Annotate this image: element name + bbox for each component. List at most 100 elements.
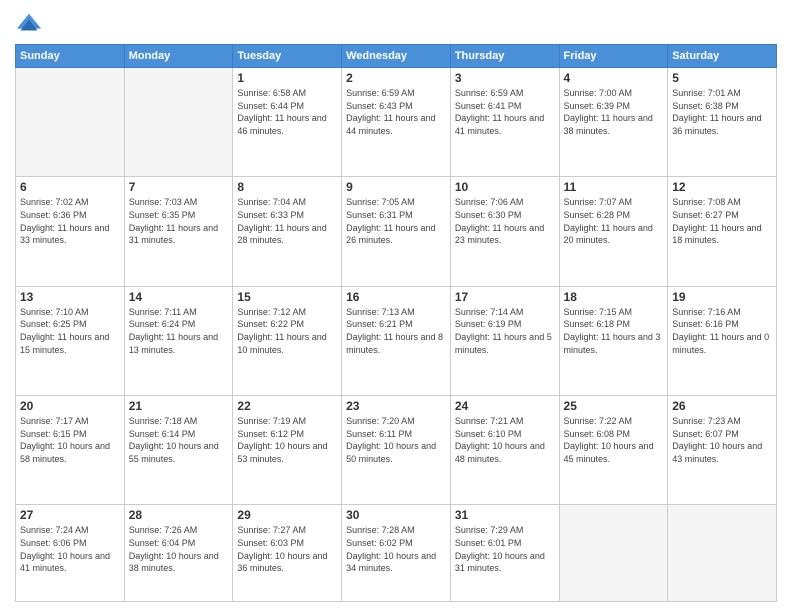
weekday-header-row: SundayMondayTuesdayWednesdayThursdayFrid…	[16, 45, 777, 68]
day-number: 23	[346, 399, 446, 413]
calendar-cell: 13 Sunrise: 7:10 AM Sunset: 6:25 PM Dayli…	[16, 286, 125, 395]
weekday-header-monday: Monday	[124, 45, 233, 68]
calendar-cell: 19 Sunrise: 7:16 AM Sunset: 6:16 PM Dayli…	[668, 286, 777, 395]
day-detail: Sunrise: 7:13 AM Sunset: 6:21 PM Dayligh…	[346, 306, 446, 356]
calendar-cell: 26 Sunrise: 7:23 AM Sunset: 6:07 PM Dayli…	[668, 396, 777, 505]
day-number: 21	[129, 399, 229, 413]
calendar-cell: 3 Sunrise: 6:59 AM Sunset: 6:41 PM Daylig…	[450, 68, 559, 177]
day-detail: Sunrise: 7:22 AM Sunset: 6:08 PM Dayligh…	[564, 415, 664, 465]
day-number: 22	[237, 399, 337, 413]
calendar-cell: 11 Sunrise: 7:07 AM Sunset: 6:28 PM Dayli…	[559, 177, 668, 286]
day-number: 2	[346, 71, 446, 85]
calendar-cell: 4 Sunrise: 7:00 AM Sunset: 6:39 PM Daylig…	[559, 68, 668, 177]
header	[15, 10, 777, 38]
day-number: 4	[564, 71, 664, 85]
day-detail: Sunrise: 7:11 AM Sunset: 6:24 PM Dayligh…	[129, 306, 229, 356]
calendar-cell: 7 Sunrise: 7:03 AM Sunset: 6:35 PM Daylig…	[124, 177, 233, 286]
calendar-cell: 29 Sunrise: 7:27 AM Sunset: 6:03 PM Dayli…	[233, 505, 342, 602]
day-number: 31	[455, 508, 555, 522]
calendar-cell: 5Sunrise: 7:01 AM Sunset: 6:38 PM Daylig…	[668, 68, 777, 177]
day-number: 11	[564, 180, 664, 194]
calendar-cell: 14 Sunrise: 7:11 AM Sunset: 6:24 PM Dayli…	[124, 286, 233, 395]
day-detail: Sunrise: 7:18 AM Sunset: 6:14 PM Dayligh…	[129, 415, 229, 465]
calendar-cell: 31 Sunrise: 7:29 AM Sunset: 6:01 PM Dayli…	[450, 505, 559, 602]
day-detail: Sunrise: 7:20 AM Sunset: 6:11 PM Dayligh…	[346, 415, 446, 465]
calendar-week-row: 20 Sunrise: 7:17 AM Sunset: 6:15 PM Dayli…	[16, 396, 777, 505]
calendar-cell: 27Sunrise: 7:24 AM Sunset: 6:06 PM Dayli…	[16, 505, 125, 602]
calendar-cell: 17Sunrise: 7:14 AM Sunset: 6:19 PM Dayli…	[450, 286, 559, 395]
calendar-cell: 23 Sunrise: 7:20 AM Sunset: 6:11 PM Dayli…	[342, 396, 451, 505]
day-number: 7	[129, 180, 229, 194]
day-detail: Sunrise: 7:21 AM Sunset: 6:10 PM Dayligh…	[455, 415, 555, 465]
day-number: 9	[346, 180, 446, 194]
calendar-cell	[668, 505, 777, 602]
day-number: 15	[237, 290, 337, 304]
calendar-week-row: 13 Sunrise: 7:10 AM Sunset: 6:25 PM Dayli…	[16, 286, 777, 395]
day-detail: Sunrise: 7:19 AM Sunset: 6:12 PM Dayligh…	[237, 415, 337, 465]
calendar-cell: 24 Sunrise: 7:21 AM Sunset: 6:10 PM Dayli…	[450, 396, 559, 505]
calendar-cell: 10Sunrise: 7:06 AM Sunset: 6:30 PM Dayli…	[450, 177, 559, 286]
day-number: 5	[672, 71, 772, 85]
day-number: 3	[455, 71, 555, 85]
day-detail: Sunrise: 7:05 AM Sunset: 6:31 PM Dayligh…	[346, 196, 446, 246]
calendar-cell	[559, 505, 668, 602]
calendar-week-row: 1 Sunrise: 6:58 AM Sunset: 6:44 PM Daylig…	[16, 68, 777, 177]
weekday-header-tuesday: Tuesday	[233, 45, 342, 68]
day-detail: Sunrise: 6:58 AM Sunset: 6:44 PM Dayligh…	[237, 87, 337, 137]
day-number: 24	[455, 399, 555, 413]
day-detail: Sunrise: 7:27 AM Sunset: 6:03 PM Dayligh…	[237, 524, 337, 574]
calendar-cell: 21 Sunrise: 7:18 AM Sunset: 6:14 PM Dayli…	[124, 396, 233, 505]
day-detail: Sunrise: 7:12 AM Sunset: 6:22 PM Dayligh…	[237, 306, 337, 356]
day-number: 12	[672, 180, 772, 194]
day-number: 20	[20, 399, 120, 413]
logo	[15, 10, 47, 38]
day-number: 13	[20, 290, 120, 304]
calendar-table: SundayMondayTuesdayWednesdayThursdayFrid…	[15, 44, 777, 602]
day-detail: Sunrise: 7:23 AM Sunset: 6:07 PM Dayligh…	[672, 415, 772, 465]
calendar-cell: 12 Sunrise: 7:08 AM Sunset: 6:27 PM Dayli…	[668, 177, 777, 286]
day-detail: Sunrise: 6:59 AM Sunset: 6:43 PM Dayligh…	[346, 87, 446, 137]
calendar-cell: 1 Sunrise: 6:58 AM Sunset: 6:44 PM Daylig…	[233, 68, 342, 177]
logo-icon	[15, 10, 43, 38]
calendar-week-row: 6Sunrise: 7:02 AM Sunset: 6:36 PM Daylig…	[16, 177, 777, 286]
day-number: 19	[672, 290, 772, 304]
day-number: 16	[346, 290, 446, 304]
calendar-cell: 30Sunrise: 7:28 AM Sunset: 6:02 PM Dayli…	[342, 505, 451, 602]
day-detail: Sunrise: 7:07 AM Sunset: 6:28 PM Dayligh…	[564, 196, 664, 246]
day-detail: Sunrise: 7:14 AM Sunset: 6:19 PM Dayligh…	[455, 306, 555, 356]
day-detail: Sunrise: 7:02 AM Sunset: 6:36 PM Dayligh…	[20, 196, 120, 246]
day-detail: Sunrise: 7:29 AM Sunset: 6:01 PM Dayligh…	[455, 524, 555, 574]
weekday-header-wednesday: Wednesday	[342, 45, 451, 68]
day-detail: Sunrise: 7:17 AM Sunset: 6:15 PM Dayligh…	[20, 415, 120, 465]
day-number: 10	[455, 180, 555, 194]
calendar-week-row: 27Sunrise: 7:24 AM Sunset: 6:06 PM Dayli…	[16, 505, 777, 602]
day-detail: Sunrise: 7:04 AM Sunset: 6:33 PM Dayligh…	[237, 196, 337, 246]
day-number: 29	[237, 508, 337, 522]
day-number: 14	[129, 290, 229, 304]
day-number: 1	[237, 71, 337, 85]
day-detail: Sunrise: 7:16 AM Sunset: 6:16 PM Dayligh…	[672, 306, 772, 356]
day-detail: Sunrise: 7:28 AM Sunset: 6:02 PM Dayligh…	[346, 524, 446, 574]
day-number: 28	[129, 508, 229, 522]
calendar-cell: 8Sunrise: 7:04 AM Sunset: 6:33 PM Daylig…	[233, 177, 342, 286]
calendar-cell: 22 Sunrise: 7:19 AM Sunset: 6:12 PM Dayli…	[233, 396, 342, 505]
calendar-cell: 18Sunrise: 7:15 AM Sunset: 6:18 PM Dayli…	[559, 286, 668, 395]
day-detail: Sunrise: 6:59 AM Sunset: 6:41 PM Dayligh…	[455, 87, 555, 137]
weekday-header-thursday: Thursday	[450, 45, 559, 68]
day-detail: Sunrise: 7:03 AM Sunset: 6:35 PM Dayligh…	[129, 196, 229, 246]
weekday-header-sunday: Sunday	[16, 45, 125, 68]
day-detail: Sunrise: 7:26 AM Sunset: 6:04 PM Dayligh…	[129, 524, 229, 574]
calendar-cell: 9 Sunrise: 7:05 AM Sunset: 6:31 PM Daylig…	[342, 177, 451, 286]
weekday-header-friday: Friday	[559, 45, 668, 68]
day-detail: Sunrise: 7:08 AM Sunset: 6:27 PM Dayligh…	[672, 196, 772, 246]
calendar-cell: 25 Sunrise: 7:22 AM Sunset: 6:08 PM Dayli…	[559, 396, 668, 505]
calendar-cell: 20 Sunrise: 7:17 AM Sunset: 6:15 PM Dayli…	[16, 396, 125, 505]
day-detail: Sunrise: 7:00 AM Sunset: 6:39 PM Dayligh…	[564, 87, 664, 137]
day-detail: Sunrise: 7:24 AM Sunset: 6:06 PM Dayligh…	[20, 524, 120, 574]
day-detail: Sunrise: 7:10 AM Sunset: 6:25 PM Dayligh…	[20, 306, 120, 356]
calendar-cell	[16, 68, 125, 177]
day-number: 18	[564, 290, 664, 304]
day-number: 25	[564, 399, 664, 413]
calendar-cell: 2 Sunrise: 6:59 AM Sunset: 6:43 PM Daylig…	[342, 68, 451, 177]
day-number: 26	[672, 399, 772, 413]
